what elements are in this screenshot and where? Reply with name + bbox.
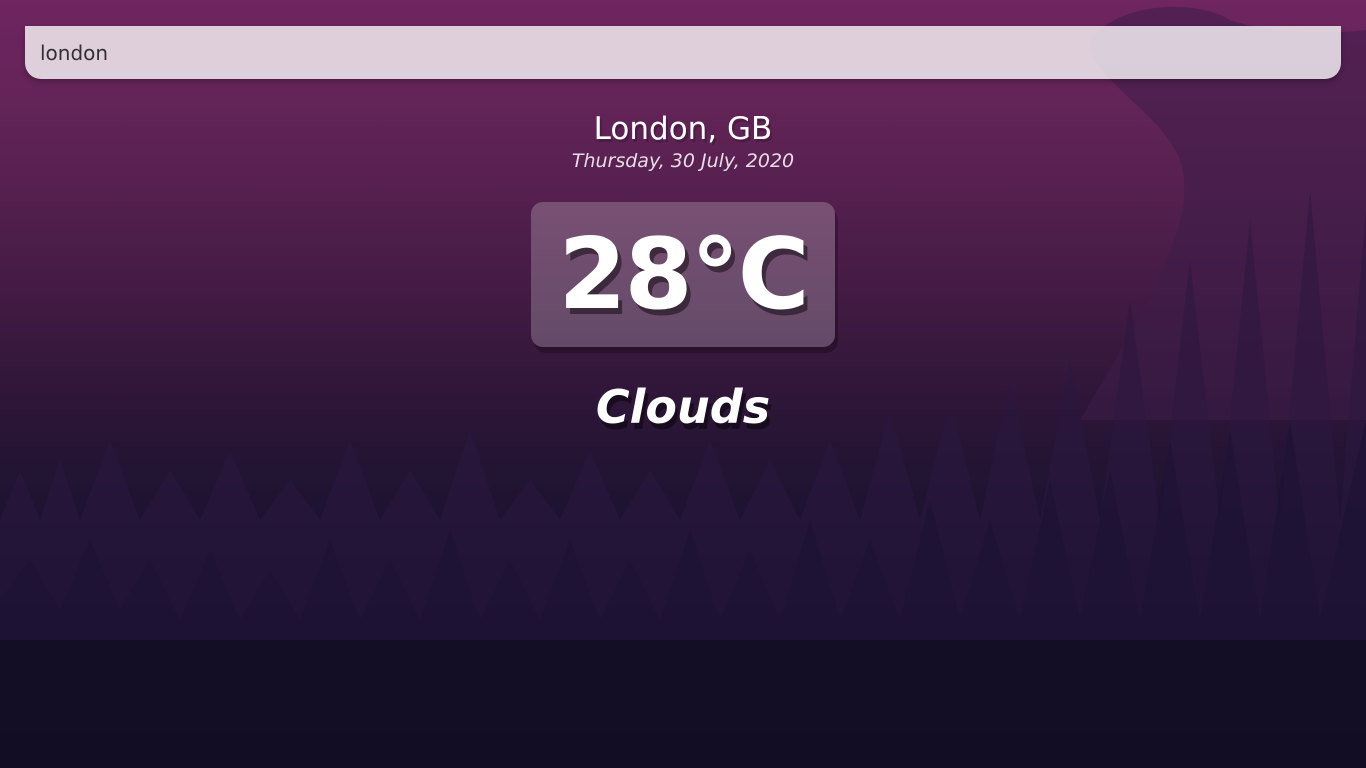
search-input[interactable] (25, 26, 1341, 79)
temperature-value: 28°C (558, 217, 809, 332)
weather-condition: Clouds (595, 380, 771, 434)
location-name: London, GB (593, 111, 773, 147)
temperature-box: 28°C (531, 202, 835, 347)
location-box: London, GB Thursday, 30 July, 2020 (0, 110, 1366, 173)
date-label: Thursday, 30 July, 2020 (571, 150, 795, 172)
weather-app: London, GB Thursday, 30 July, 2020 28°C … (0, 0, 1366, 768)
